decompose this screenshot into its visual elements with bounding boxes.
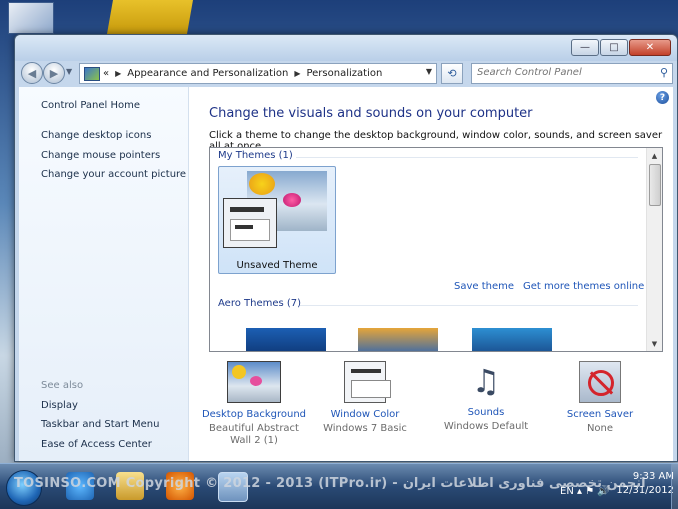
desktop-background-item[interactable]: Desktop Background Beautiful Abstract Wa… <box>199 361 309 447</box>
section-divider <box>296 157 638 158</box>
aero-themes-header: Aero Themes (7) <box>218 298 302 309</box>
breadcrumb-separator[interactable]: ▶ <box>294 69 300 78</box>
save-theme-link[interactable]: Save theme <box>454 281 514 292</box>
taskbar: TOSINSO.COM Copyright © 2012 - 2013 (ITP… <box>0 463 678 509</box>
control-panel-icon <box>84 66 100 81</box>
screen-saver-value: None <box>586 423 614 434</box>
page-title: Change the visuals and sounds on your co… <box>209 106 533 121</box>
desktop-wallpaper-shape <box>107 0 193 34</box>
themes-scrollbar[interactable]: ▲ ▼ <box>646 148 662 351</box>
aero-theme-thumbnail[interactable] <box>472 328 552 351</box>
search-input[interactable] <box>472 64 653 81</box>
scroll-thumb[interactable] <box>649 164 661 206</box>
section-divider <box>300 305 638 306</box>
window-color-value: Windows 7 Basic <box>323 423 407 434</box>
unsaved-theme-label: Unsaved Theme <box>236 260 318 271</box>
aero-theme-thumbnail[interactable] <box>358 328 438 351</box>
address-dropdown-icon[interactable]: ▼ <box>426 67 432 76</box>
left-pane: Control Panel Home Change desktop icons … <box>19 87 189 461</box>
get-more-themes-link[interactable]: Get more themes online <box>523 281 644 292</box>
clock-date: 12/31/2012 <box>616 485 674 496</box>
minimize-button[interactable]: — <box>571 39 599 56</box>
window-color-item[interactable]: Window Color Windows 7 Basic <box>310 361 420 435</box>
desktop-background-link[interactable]: Desktop Background <box>199 409 309 420</box>
help-icon[interactable]: ? <box>656 91 669 104</box>
show-desktop-button[interactable] <box>671 464 678 509</box>
personalization-window: — □ ✕ ◀ ▶ ▼ « ▶ Appearance and Personali… <box>14 34 678 462</box>
sounds-icon[interactable]: ♫ <box>460 361 512 401</box>
back-button[interactable]: ◀ <box>21 62 43 84</box>
taskbar-start-menu-link[interactable]: Taskbar and Start Menu <box>41 419 159 430</box>
search-box: ⚲ <box>471 63 673 84</box>
desktop-background-icon[interactable] <box>227 361 281 403</box>
title-bar[interactable]: — □ ✕ <box>15 35 677 61</box>
sounds-link[interactable]: Sounds <box>431 407 541 418</box>
window-color-icon[interactable] <box>344 361 391 403</box>
desktop-background-value: Beautiful Abstract Wall 2 (1) <box>209 423 299 446</box>
change-account-picture-link[interactable]: Change your account picture <box>41 169 186 180</box>
copyright-watermark: TOSINSO.COM Copyright © 2012 - 2013 (ITP… <box>14 476 646 491</box>
close-button[interactable]: ✕ <box>629 39 671 56</box>
my-themes-header: My Themes (1) <box>218 150 293 161</box>
content-area: Control Panel Home Change desktop icons … <box>19 87 673 461</box>
address-overflow[interactable]: « <box>103 68 109 79</box>
maximize-button[interactable]: □ <box>600 39 628 56</box>
screen-saver-link[interactable]: Screen Saver <box>545 409 655 420</box>
themes-list: My Themes (1) Unsaved Theme Save theme G… <box>209 147 663 352</box>
control-panel-home-link[interactable]: Control Panel Home <box>41 100 140 111</box>
change-mouse-pointers-link[interactable]: Change mouse pointers <box>41 150 160 161</box>
theme-settings-bar: Desktop Background Beautiful Abstract Wa… <box>189 361 673 461</box>
theme-window-preview <box>223 198 277 248</box>
address-bar[interactable]: « ▶ Appearance and Personalization ▶ Per… <box>79 63 437 84</box>
forward-button[interactable]: ▶ <box>43 62 65 84</box>
see-also-title: See also <box>41 380 84 391</box>
aero-theme-thumbnail[interactable] <box>246 328 326 351</box>
sounds-item[interactable]: ♫ Sounds Windows Default <box>431 361 541 433</box>
clock[interactable]: 9:33 AM 12/31/2012 <box>580 470 674 498</box>
desktop-shortcut-icon[interactable] <box>8 2 54 34</box>
unsaved-theme-tile[interactable]: Unsaved Theme <box>218 166 336 274</box>
scroll-down-icon[interactable]: ▼ <box>647 336 662 351</box>
screen-saver-item[interactable]: Screen Saver None <box>545 361 655 435</box>
navigation-bar: ◀ ▶ ▼ « ▶ Appearance and Personalization… <box>19 61 673 85</box>
breadcrumb-separator[interactable]: ▶ <box>115 69 121 78</box>
ease-of-access-link[interactable]: Ease of Access Center <box>41 439 152 450</box>
refresh-button[interactable]: ⟲ <box>441 63 463 84</box>
clock-time: 9:33 AM <box>632 471 674 482</box>
caption-buttons: — □ ✕ <box>571 39 671 56</box>
breadcrumb-personalization[interactable]: Personalization <box>306 68 382 79</box>
breadcrumb-appearance[interactable]: Appearance and Personalization <box>127 68 288 79</box>
search-icon[interactable]: ⚲ <box>660 66 668 79</box>
screen-saver-icon[interactable] <box>579 361 621 403</box>
sounds-value: Windows Default <box>443 421 529 432</box>
display-link[interactable]: Display <box>41 400 78 411</box>
change-desktop-icons-link[interactable]: Change desktop icons <box>41 130 151 141</box>
main-pane: ? Change the visuals and sounds on your … <box>189 87 673 461</box>
language-indicator[interactable]: EN <box>560 486 574 497</box>
scroll-up-icon[interactable]: ▲ <box>647 148 662 163</box>
recent-pages-dropdown[interactable]: ▼ <box>66 67 72 76</box>
window-color-link[interactable]: Window Color <box>310 409 420 420</box>
